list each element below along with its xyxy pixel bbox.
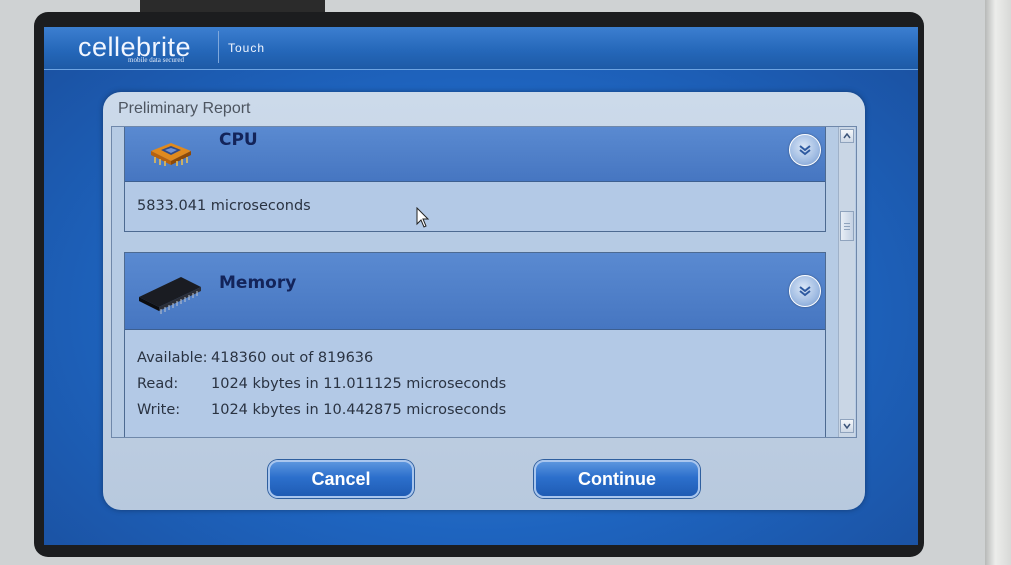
chevron-down-icon: [799, 286, 811, 297]
cpu-section: CPU 5833.041 microseconds: [124, 127, 826, 232]
cpu-chip-icon: [147, 133, 195, 167]
cpu-expand-button[interactable]: [789, 134, 821, 166]
cpu-section-body: 5833.041 microseconds: [125, 182, 825, 231]
report-scrollbar[interactable]: [838, 127, 855, 437]
memory-section-title: Memory: [219, 273, 297, 293]
cancel-button[interactable]: Cancel: [268, 460, 414, 498]
memory-section-body: Available: 418360 out of 819636 Read: 10…: [125, 330, 825, 437]
mouse-cursor-icon: [416, 207, 430, 228]
read-label: Read:: [137, 376, 179, 392]
cpu-section-title: CPU: [219, 130, 258, 150]
read-value: 1024 kbytes in 11.011125 microseconds: [211, 376, 507, 392]
continue-button[interactable]: Continue: [534, 460, 700, 498]
background-edge: [985, 0, 1011, 565]
chevron-down-icon: [799, 145, 811, 156]
cpu-section-header[interactable]: CPU: [125, 127, 825, 182]
scroll-down-button[interactable]: [840, 419, 854, 433]
chevron-down-icon: [843, 423, 851, 429]
preliminary-report-dialog: Preliminary Report CPU 5833.041 microsec…: [103, 92, 865, 510]
scroll-thumb[interactable]: [840, 211, 854, 241]
cpu-value: 5833.041 microseconds: [137, 198, 311, 214]
available-label: Available:: [137, 350, 208, 366]
device-screen: cellebrite mobile data secured Touch Pre…: [44, 27, 918, 545]
app-header: cellebrite mobile data secured Touch: [44, 27, 918, 70]
dialog-title: Preliminary Report: [118, 100, 251, 117]
product-name: Touch: [228, 41, 266, 55]
chevron-up-icon: [843, 133, 851, 139]
scroll-up-button[interactable]: [840, 129, 854, 143]
write-label: Write:: [137, 402, 181, 418]
available-value: 418360 out of 819636: [211, 350, 374, 366]
write-value: 1024 kbytes in 10.442875 microseconds: [211, 402, 507, 418]
memory-module-icon: [137, 269, 203, 315]
header-divider: [218, 31, 219, 63]
memory-expand-button[interactable]: [789, 275, 821, 307]
memory-section: Memory Available: 418360 out of 819636 R…: [124, 252, 826, 437]
brand-tagline: mobile data secured: [128, 56, 184, 64]
report-list[interactable]: CPU 5833.041 microseconds Memory Availab…: [111, 126, 857, 438]
memory-section-header[interactable]: Memory: [125, 253, 825, 330]
